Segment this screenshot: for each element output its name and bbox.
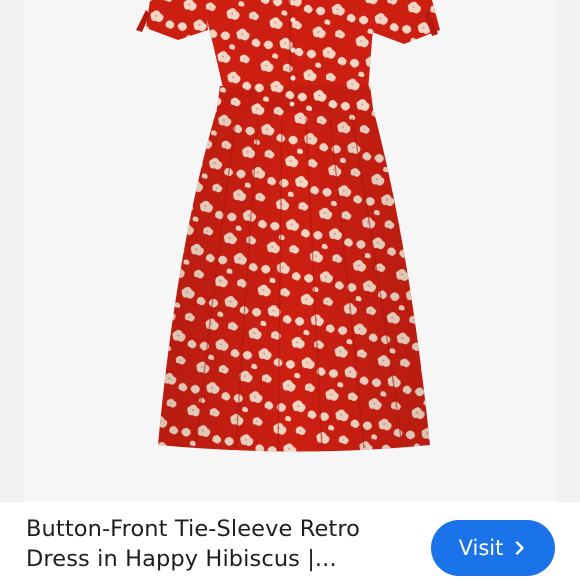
dress-photo [136, 0, 440, 452]
product-title-line-2: Dress in Happy Hibiscus |... [26, 546, 337, 572]
visit-button-label: Visit [458, 536, 504, 560]
product-image-area[interactable] [0, 0, 580, 502]
product-result-card: Button-Front Tie-Sleeve Retro Dress in H… [0, 0, 580, 580]
product-title-line-1: Button-Front Tie-Sleeve Retro [26, 516, 361, 542]
product-info-bar: Button-Front Tie-Sleeve Retro Dress in H… [0, 502, 580, 580]
product-title[interactable]: Button-Front Tie-Sleeve Retro Dress in H… [26, 514, 406, 574]
visit-button[interactable]: Visit [431, 520, 555, 576]
chevron-right-icon [513, 541, 527, 555]
